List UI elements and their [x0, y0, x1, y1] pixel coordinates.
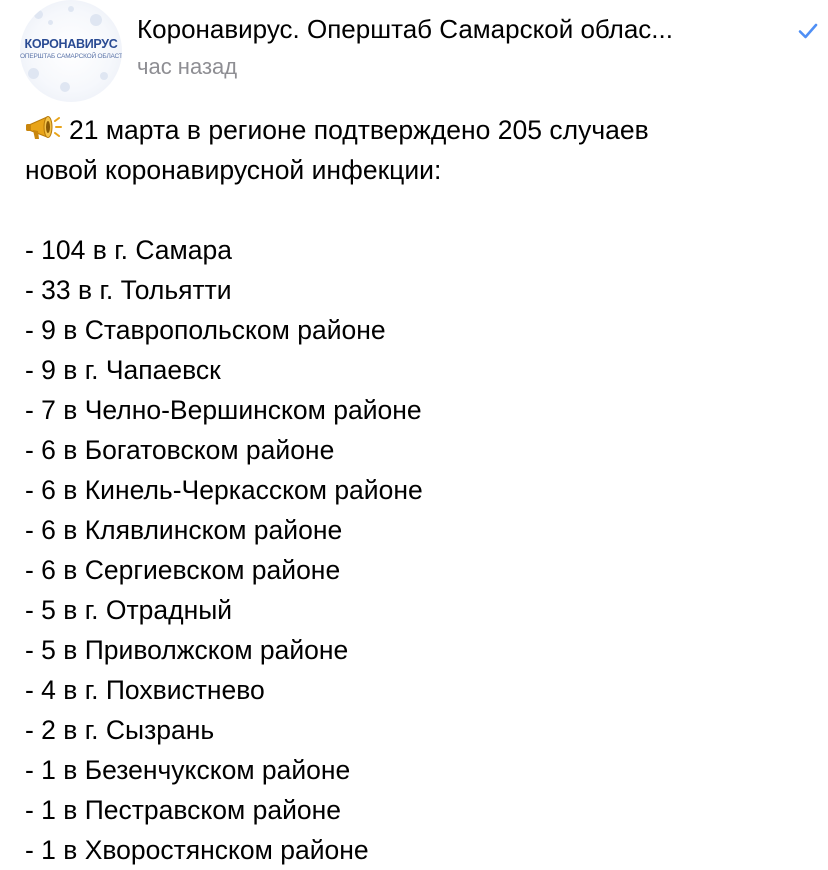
post-timestamp[interactable]: час назад	[137, 54, 237, 80]
list-item: - 6 в Богатовском районе	[25, 435, 335, 465]
megaphone-icon	[26, 116, 62, 139]
list-item: - 6 в Сергиевском районе	[25, 555, 341, 585]
post-text: 21 марта в регионе подтверждено 205 случ…	[25, 110, 815, 870]
intro-line: 21 марта в регионе подтверждено 205 случ…	[25, 110, 815, 150]
list-item: - 4 в г. Похвистнево	[25, 675, 265, 705]
list-item: - 2 в г. Сызрань	[25, 715, 215, 745]
avatar-logo-title: КОРОНАВИРУС	[24, 37, 118, 51]
avatar-virus-dot	[28, 68, 39, 79]
list-item: - 7 в Челно-Вершинском районе	[25, 395, 422, 425]
list-item: - 1 в Хворостянском районе	[25, 835, 369, 865]
checkmark-icon	[798, 23, 818, 39]
list-item: - 33 в г. Тольятти	[25, 275, 232, 305]
channel-avatar[interactable]: КОРОНАВИРУС ОПЕРШТАБ САМАРСКОЙ ОБЛАСТИ	[20, 0, 122, 102]
list-item: - 6 в Кинель-Черкасском районе	[25, 475, 423, 505]
list-item: - 5 в Приволжском районе	[25, 635, 349, 665]
list-item: - 1 в Пестравском районе	[25, 795, 342, 825]
intro-text-line-1: 21 марта в регионе подтверждено 205 случ…	[69, 115, 649, 145]
post-header: КОРОНАВИРУС ОПЕРШТАБ САМАРСКОЙ ОБЛАСТИ К…	[0, 0, 828, 102]
avatar-virus-dot	[90, 14, 102, 26]
avatar-virus-dot	[60, 82, 70, 92]
list-item: - 6 в Клявлинском районе	[25, 515, 343, 545]
channel-name[interactable]: Коронавирус. Оперштаб Самарской облас...	[137, 14, 792, 45]
avatar-virus-dot	[48, 20, 53, 25]
avatar-virus-dot	[34, 10, 43, 19]
list-item: - 104 в г. Самара	[25, 235, 232, 265]
list-item: - 9 в г. Чапаевск	[25, 355, 221, 385]
list-item: - 1 в Безенчукском районе	[25, 755, 351, 785]
list-item: - 9 в Ставропольском районе	[25, 315, 386, 345]
avatar-logo-subtitle: ОПЕРШТАБ САМАРСКОЙ ОБЛАСТИ	[20, 53, 122, 60]
avatar-virus-dot	[100, 72, 108, 80]
intro-text-line-2: новой коронавирусной инфекции:	[25, 155, 442, 185]
avatar-virus-dot	[68, 6, 74, 12]
list-item: - 5 в г. Отрадный	[25, 595, 233, 625]
